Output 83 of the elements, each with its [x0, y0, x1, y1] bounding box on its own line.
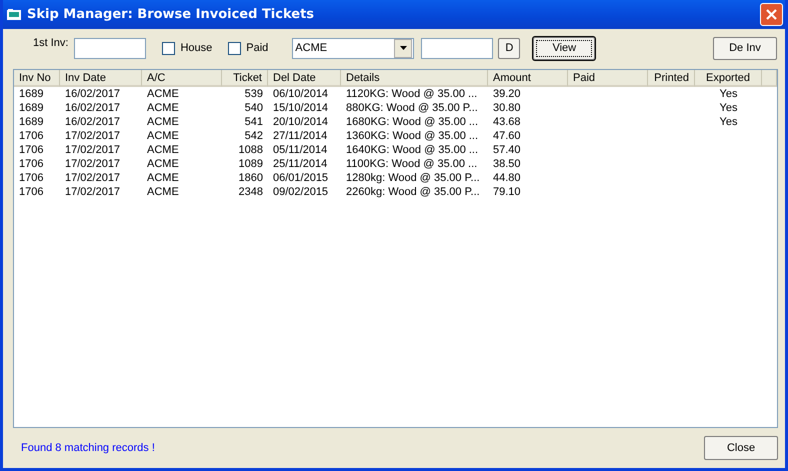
de-invoice-button[interactable]: De Inv — [713, 36, 777, 60]
table-cell-text: 43.68 — [492, 115, 522, 129]
table-cell-text: 25/11/2014 — [272, 157, 328, 171]
table-cell-text: 1360KG: Wood @ 35.00 ... — [345, 129, 480, 143]
field-label: 1st Inv: — [33, 37, 68, 49]
table-cell-text: Yes — [718, 115, 738, 129]
date-field[interactable] — [421, 38, 494, 58]
date-button[interactable]: D — [498, 38, 520, 58]
table-cell-text: ACME — [146, 129, 180, 143]
table-cell-text: ACME — [146, 185, 180, 199]
table-cell-text: 20/10/2014 — [272, 115, 330, 129]
table-cell-text: ACME — [146, 143, 180, 157]
table-cell-text: 39.20 — [492, 87, 522, 101]
window-title: Skip Manager: Browse Invoiced Tickets — [27, 7, 316, 22]
table-cell-text: 17/02/2017 — [64, 157, 122, 171]
column-header[interactable]: Paid — [568, 70, 648, 87]
table-cell-text: 1860 — [238, 171, 264, 185]
column-header[interactable]: Amount — [488, 70, 568, 87]
account-dropdown[interactable]: ACME — [292, 38, 414, 58]
table-cell-text: 1706 — [18, 143, 44, 157]
column-header[interactable]: Printed — [648, 70, 695, 87]
table-cell-text: ACME — [146, 157, 180, 171]
table-cell-text: 17/02/2017 — [64, 143, 122, 157]
filter-checkbox[interactable]: Paid — [228, 42, 268, 54]
column-header[interactable]: Del Date — [268, 70, 341, 87]
table-cell-text: 1706 — [18, 129, 44, 143]
table-cell-text: 05/11/2014 — [272, 143, 328, 157]
table-cell-text: ACME — [146, 101, 180, 115]
column-header[interactable]: Inv Date — [60, 70, 142, 87]
table-cell-text: Yes — [718, 87, 738, 101]
table-cell-text: 09/02/2015 — [272, 185, 330, 199]
table-cell-text: 47.60 — [492, 129, 522, 143]
table-cell-text: 38.50 — [492, 157, 522, 171]
status-message: Found 8 matching records ! — [21, 442, 155, 454]
table-cell-text: 16/02/2017 — [64, 115, 122, 129]
column-header[interactable]: A/C — [142, 70, 222, 87]
table-cell-text: ACME — [146, 115, 180, 129]
table-cell-text: 1706 — [18, 157, 44, 171]
table-cell-text: 17/02/2017 — [64, 171, 122, 185]
column-header[interactable]: Exported — [695, 70, 762, 87]
table-cell-text: 1680KG: Wood @ 35.00 ... — [345, 115, 480, 129]
table-cell-text: 1640KG: Wood @ 35.00 ... — [345, 143, 480, 157]
column-header[interactable]: Inv No — [14, 70, 60, 87]
table-cell-text: 06/10/2014 — [272, 87, 330, 101]
close-icon[interactable] — [760, 3, 783, 26]
table-cell-text: 79.10 — [492, 185, 522, 199]
table-cell-text: 1088 — [238, 143, 264, 157]
table-cell-text: ACME — [146, 171, 180, 185]
first-invoice-field[interactable] — [74, 38, 146, 58]
table-cell-text: 17/02/2017 — [64, 185, 122, 199]
table-cell-text: 15/10/2014 — [272, 101, 330, 115]
table-cell-text: 1706 — [18, 171, 44, 185]
close-button[interactable]: Close — [704, 436, 778, 460]
table-cell-text: 30.80 — [492, 101, 522, 115]
table-cell-text: 16/02/2017 — [64, 101, 122, 115]
table-cell-text: 1120KG: Wood @ 35.00 ... — [345, 87, 478, 101]
table-cell-text: 1706 — [18, 185, 44, 199]
table-cell-text: 06/01/2015 — [272, 171, 330, 185]
table-cell-text: 57.40 — [492, 143, 522, 157]
table-cell-text: Yes — [718, 101, 738, 115]
column-header[interactable]: Ticket — [222, 70, 268, 87]
table-cell-text: 1689 — [18, 87, 44, 101]
table-cell-text: 541 — [244, 115, 264, 129]
table-cell-text: 1689 — [18, 115, 44, 129]
table-cell-text: 16/02/2017 — [64, 87, 122, 101]
table-cell-text: 1100KG: Wood @ 35.00 ... — [345, 157, 478, 171]
table-cell-text: 880KG: Wood @ 35.00 P... — [345, 101, 479, 115]
table-cell-text: ACME — [146, 87, 180, 101]
table-cell-text: 2348 — [238, 185, 264, 199]
app-icon — [7, 8, 21, 20]
table-cell-text: 540 — [244, 101, 264, 115]
column-header[interactable]: Details — [341, 70, 488, 87]
table-cell-text: 539 — [244, 87, 264, 101]
view-button[interactable]: View — [533, 36, 596, 60]
table-cell-text: 27/11/2014 — [272, 129, 328, 143]
table-cell-text: 44.80 — [492, 171, 522, 185]
table-cell-text: 542 — [244, 129, 264, 143]
table-cell-text: 1280kg: Wood @ 35.00 P... — [345, 171, 481, 185]
table-cell-text: 1089 — [238, 157, 264, 171]
table-cell-text: 1689 — [18, 101, 44, 115]
filter-checkbox[interactable]: House — [162, 42, 212, 54]
table-cell-text: 17/02/2017 — [64, 129, 122, 143]
table-cell-text: 2260kg: Wood @ 35.00 P... — [345, 185, 481, 199]
